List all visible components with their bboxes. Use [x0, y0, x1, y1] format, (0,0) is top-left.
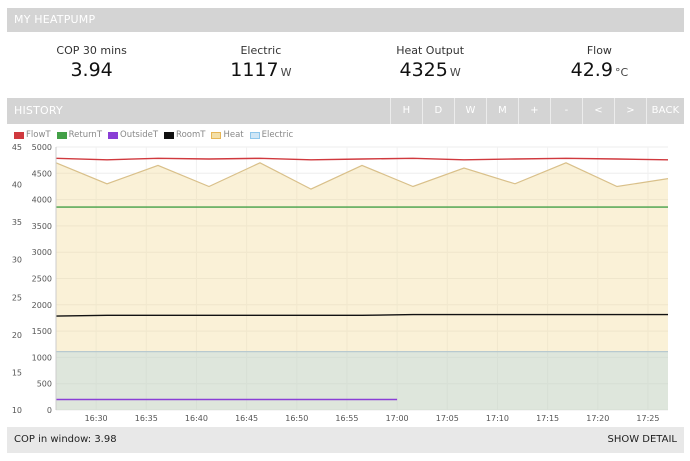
legend-swatch	[249, 131, 260, 139]
stat-number: 3.94	[70, 59, 113, 81]
x-tick-label: 17:10	[486, 414, 509, 423]
y-right-tick-label: 0	[47, 406, 52, 415]
y-left-tick-label: 10	[12, 406, 22, 415]
y-left-tick-label: 15	[12, 368, 22, 377]
y-right-tick-label: 3000	[32, 248, 52, 257]
week-button[interactable]: W	[454, 98, 486, 124]
y-right-tick-label: 1500	[32, 327, 52, 336]
legend-item-outsidet[interactable]: OutsideT	[108, 130, 158, 140]
stat-number: 4325	[399, 59, 448, 81]
legend-swatch	[14, 131, 24, 139]
legend-item-roomt[interactable]: RoomT	[164, 130, 205, 140]
y-left-tick-label: 35	[12, 218, 22, 227]
history-title: HISTORY	[14, 104, 63, 117]
legend-swatch	[108, 131, 119, 139]
y-left-tick-label: 45	[12, 143, 22, 152]
history-toolbar: H D W M + - < > BACK	[390, 98, 684, 124]
zoom-in-button[interactable]: +	[518, 98, 550, 124]
chart-legend: FlowT ReturnT OutsideT RoomT Heat Electr…	[14, 130, 293, 140]
y-left-tick-label: 25	[12, 293, 22, 302]
history-panel-header: HISTORY H D W M + - < > BACK	[7, 98, 684, 124]
legend-label: OutsideT	[120, 130, 159, 140]
x-tick-label: 16:35	[135, 414, 158, 423]
back-button[interactable]: BACK	[646, 98, 684, 124]
stat-value: 4325 W	[346, 59, 515, 81]
chart-fills	[56, 162, 668, 410]
y-left-tick-label: 40	[12, 181, 22, 190]
stat-label: Heat Output	[396, 44, 465, 57]
x-tick-label: 17:15	[536, 414, 559, 423]
legend-label: RoomT	[176, 130, 206, 140]
legend-item-flowt[interactable]: FlowT	[14, 130, 51, 140]
stat-label: Electric	[240, 44, 282, 57]
month-button[interactable]: M	[486, 98, 518, 124]
legend-label: Electric	[261, 130, 294, 140]
y-right-tick-label: 4500	[32, 169, 52, 178]
y-right-tick-label: 2000	[32, 301, 52, 310]
stat-heat-output: Heat Output 4325 W	[346, 32, 515, 88]
zoom-out-button[interactable]: -	[550, 98, 582, 124]
legend-item-returnt[interactable]: ReturnT	[56, 130, 103, 140]
x-tick-label: 16:40	[185, 414, 208, 423]
stat-label: Flow	[586, 44, 612, 57]
pan-right-button[interactable]: >	[614, 98, 646, 124]
pan-left-button[interactable]: <	[582, 98, 614, 124]
x-tick-label: 16:30	[85, 414, 108, 423]
x-tick-label: 17:00	[386, 414, 409, 423]
legend-label: FlowT	[26, 130, 51, 140]
stat-flow: Flow 42.9 °C	[515, 32, 684, 88]
stat-number: 1117	[230, 59, 279, 81]
stat-value: 3.94	[7, 59, 176, 81]
y-left-tick-label: 20	[12, 331, 22, 340]
stat-label: COP 30 mins	[56, 44, 127, 57]
x-tick-label: 17:05	[436, 414, 459, 423]
legend-label: ReturnT	[68, 130, 103, 140]
legend-swatch	[56, 131, 67, 139]
stat-value: 1117 W	[176, 59, 345, 81]
legend-item-heat[interactable]: Heat	[211, 130, 244, 140]
legend-swatch	[164, 131, 175, 139]
stat-electric: Electric 1117 W	[176, 32, 345, 88]
legend-item-electric[interactable]: Electric	[249, 130, 294, 140]
x-tick-label: 17:20	[586, 414, 609, 423]
y-right-tick-label: 4000	[32, 196, 52, 205]
stats-row: COP 30 mins 3.94 Electric 1117 W Heat Out…	[7, 32, 684, 88]
legend-label: Heat	[223, 130, 244, 140]
y-right-tick-label: 3500	[32, 222, 52, 231]
stat-unit: W	[280, 66, 292, 79]
x-tick-label: 16:50	[285, 414, 308, 423]
show-detail-button[interactable]: SHOW DETAIL	[607, 427, 677, 453]
cop-window-label: COP in window:	[14, 434, 92, 445]
x-tick-label: 16:45	[235, 414, 258, 423]
heatpump-panel-header: MY HEATPUMP	[7, 8, 684, 32]
y-left-tick-label: 30	[12, 256, 22, 265]
y-right-tick-label: 1000	[32, 353, 52, 362]
day-button[interactable]: D	[422, 98, 454, 124]
y-right-tick-label: 2500	[32, 275, 52, 284]
x-tick-label: 17:25	[636, 414, 659, 423]
cop-window-value: 3.98	[94, 434, 117, 445]
history-footer: COP in window: 3.98 SHOW DETAIL	[7, 427, 684, 453]
legend-swatch	[211, 131, 222, 139]
stat-cop: COP 30 mins 3.94	[7, 32, 176, 88]
x-tick-label: 16:55	[335, 414, 358, 423]
history-chart[interactable]: 0 500 1000 1500 2000 2500 3000 3500 4000 4500 5000…	[0, 140, 690, 425]
stat-value: 42.9 °C	[515, 59, 684, 81]
stat-number: 42.9	[570, 59, 613, 81]
stat-unit: °C	[614, 66, 629, 79]
stat-unit: W	[449, 66, 461, 79]
y-right-tick-label: 500	[37, 380, 52, 389]
panel-title: MY HEATPUMP	[14, 13, 96, 26]
series-flowt-line	[55, 157, 669, 161]
hour-button[interactable]: H	[390, 98, 422, 124]
y-right-tick-label: 5000	[32, 143, 52, 152]
series-electric-area	[56, 351, 668, 410]
